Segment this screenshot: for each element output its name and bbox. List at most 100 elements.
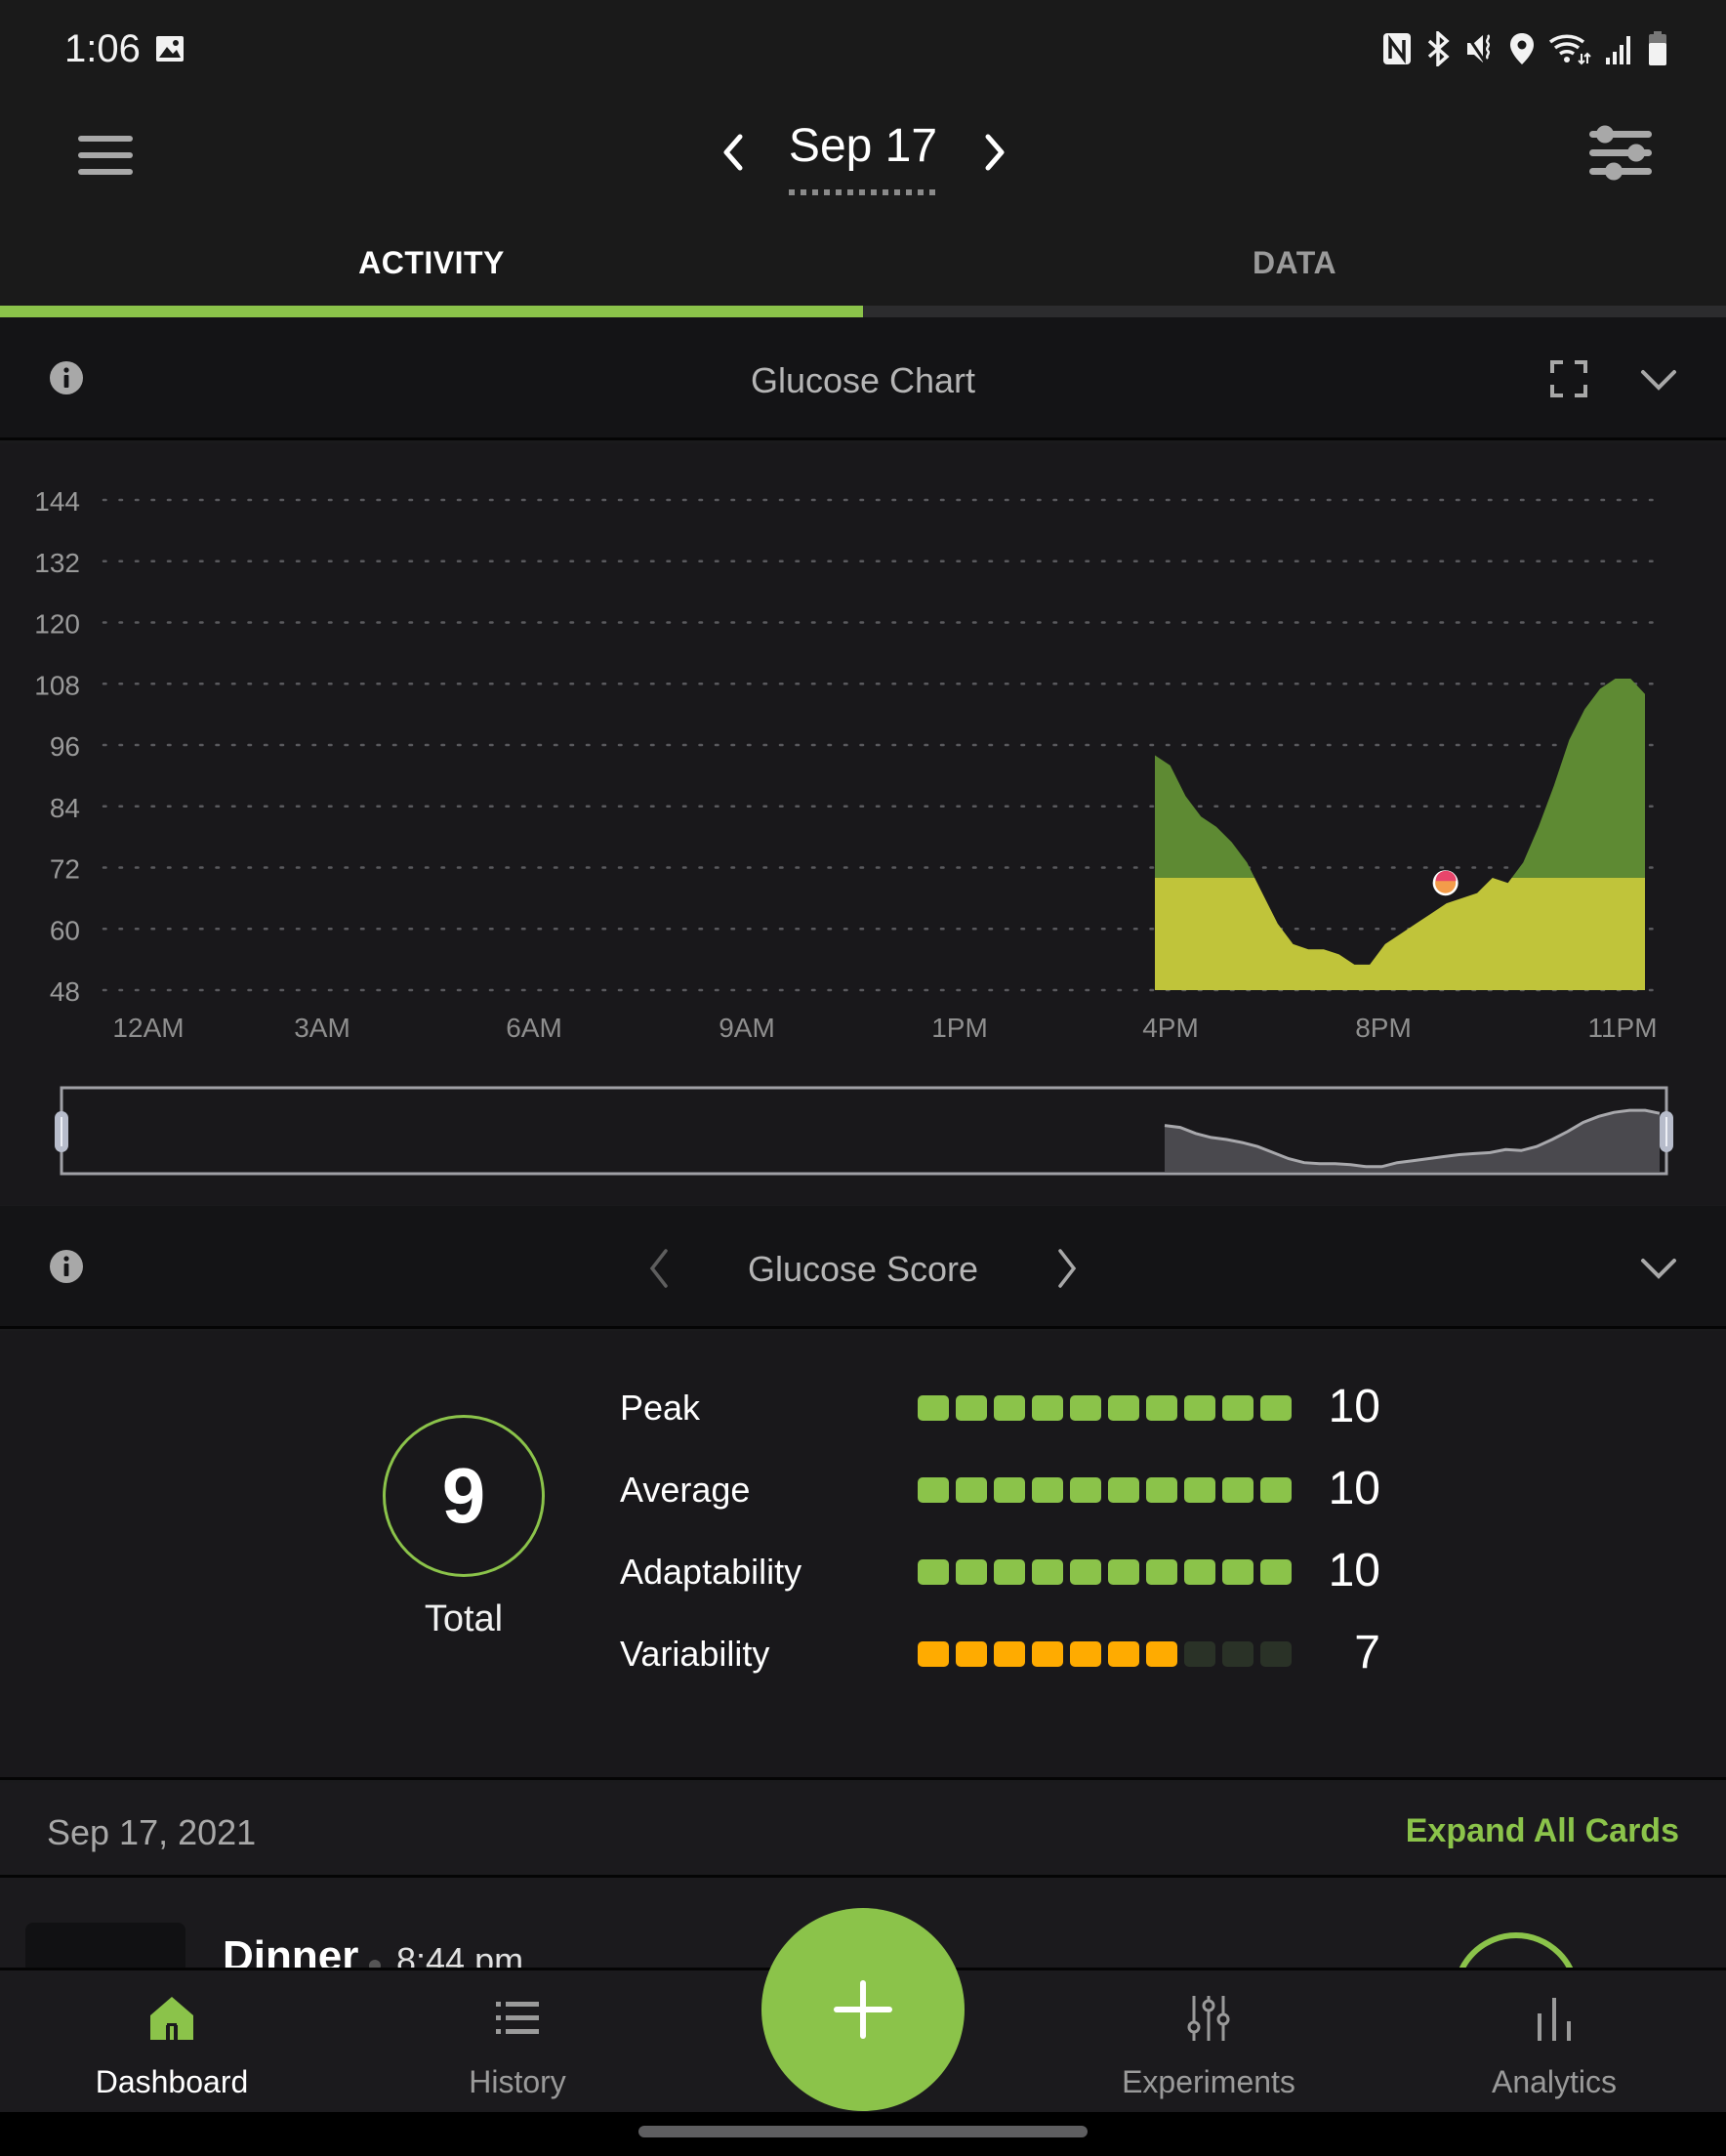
home-gesture-handle[interactable] bbox=[638, 2126, 1088, 2137]
score-value: 10 bbox=[1328, 1545, 1380, 1596]
score-segment-filled bbox=[1070, 1641, 1101, 1667]
score-value: 10 bbox=[1328, 1381, 1380, 1432]
separator-dot bbox=[369, 1960, 381, 1968]
y-tick-label: 132 bbox=[34, 548, 80, 578]
score-segment-filled bbox=[918, 1477, 949, 1503]
score-segment-filled bbox=[1070, 1477, 1101, 1503]
bar-chart-icon bbox=[1538, 1998, 1571, 2041]
score-segment-empty bbox=[1184, 1641, 1215, 1667]
x-tick-label: 6AM bbox=[506, 1013, 562, 1043]
x-tick-label: 11PM bbox=[1587, 1013, 1657, 1043]
score-segment-filled bbox=[994, 1477, 1025, 1503]
entries-date: Sep 17, 2021 bbox=[47, 1812, 257, 1852]
score-segment-filled bbox=[956, 1395, 987, 1421]
navigator-right-handle[interactable] bbox=[1660, 1111, 1673, 1152]
x-tick-label: 12AM bbox=[112, 1013, 184, 1043]
glucose-area-in-range bbox=[1155, 877, 1645, 990]
x-tick-label: 1PM bbox=[931, 1013, 988, 1043]
score-segment-filled bbox=[1070, 1559, 1101, 1585]
y-tick-label: 72 bbox=[50, 854, 80, 885]
y-tick-label: 96 bbox=[50, 731, 80, 762]
bluetooth-icon bbox=[1427, 31, 1450, 66]
score-segment-filled bbox=[1032, 1559, 1063, 1585]
score-segment-filled bbox=[918, 1641, 949, 1667]
y-tick-label: 48 bbox=[50, 976, 80, 1007]
app-header: Sep 17 bbox=[0, 98, 1726, 220]
score-segment-filled bbox=[1222, 1395, 1253, 1421]
score-segment-filled bbox=[918, 1395, 949, 1421]
score-segment-filled bbox=[1032, 1477, 1063, 1503]
score-bar bbox=[918, 1395, 1292, 1421]
score-segment-filled bbox=[1260, 1559, 1292, 1585]
tab-bar: ACTIVITY DATA bbox=[0, 220, 1726, 317]
score-segment-empty bbox=[1222, 1641, 1253, 1667]
score-segment-filled bbox=[1032, 1641, 1063, 1667]
score-bar bbox=[918, 1559, 1292, 1585]
score-segment-filled bbox=[1146, 1559, 1177, 1585]
score-segment-filled bbox=[1146, 1641, 1177, 1667]
score-segment-filled bbox=[918, 1559, 949, 1585]
home-icon bbox=[150, 1997, 193, 2040]
nav-label: Experiments bbox=[1122, 2064, 1295, 2099]
collapse-chevron-icon[interactable] bbox=[1640, 1257, 1677, 1280]
score-row-variability: Variability 7 bbox=[0, 1626, 1726, 1684]
score-segment-filled bbox=[994, 1641, 1025, 1667]
expand-all-cards-button[interactable]: Expand All Cards bbox=[1406, 1812, 1679, 1850]
score-row-adaptability: Adaptability 10 bbox=[0, 1544, 1726, 1602]
nav-label: Analytics bbox=[1491, 2064, 1618, 2099]
score-label: Average bbox=[620, 1470, 751, 1510]
navigator-left-handle[interactable] bbox=[55, 1111, 68, 1152]
nav-history[interactable]: History bbox=[371, 1970, 664, 2115]
tab-activity[interactable]: ACTIVITY bbox=[0, 220, 863, 306]
previous-day-chevron-icon[interactable] bbox=[713, 127, 756, 178]
score-bar bbox=[918, 1477, 1292, 1503]
score-bar bbox=[918, 1641, 1292, 1667]
y-tick-label: 144 bbox=[34, 486, 80, 517]
add-entry-fab[interactable] bbox=[761, 1908, 965, 2111]
score-segment-filled bbox=[1070, 1395, 1101, 1421]
score-segment-filled bbox=[1032, 1395, 1063, 1421]
tab-data[interactable]: DATA bbox=[863, 220, 1726, 306]
entry-thumbnail bbox=[25, 1923, 185, 1968]
score-label: Variability bbox=[620, 1634, 770, 1674]
system-gesture-area bbox=[0, 2112, 1726, 2156]
nav-label: Dashboard bbox=[95, 2064, 249, 2099]
glucose-chart-title: Glucose Chart bbox=[750, 360, 976, 400]
score-segment-filled bbox=[1260, 1395, 1292, 1421]
y-tick-label: 60 bbox=[50, 915, 80, 945]
battery-icon bbox=[1649, 31, 1666, 65]
hamburger-menu-icon[interactable] bbox=[78, 134, 133, 177]
score-label: Adaptability bbox=[620, 1552, 802, 1592]
collapse-chevron-icon[interactable] bbox=[1640, 368, 1677, 392]
nav-dashboard[interactable]: Dashboard bbox=[25, 1970, 318, 2115]
nav-analytics[interactable]: Analytics bbox=[1408, 1970, 1701, 2115]
y-tick-label: 120 bbox=[34, 609, 80, 640]
vibrate-icon bbox=[1464, 33, 1491, 64]
x-tick-label: 3AM bbox=[294, 1013, 350, 1043]
sliders-icon[interactable] bbox=[1587, 121, 1654, 184]
y-tick-label: 108 bbox=[34, 670, 80, 700]
glucose-chart[interactable]: 144 132 120 108 96 84 72 60 48 12AM 3AM 6AM 9AM 1PM 4… bbox=[0, 443, 1726, 1205]
score-segment-filled bbox=[994, 1559, 1025, 1585]
nav-experiments[interactable]: Experiments bbox=[1062, 1970, 1355, 2115]
glucose-chart-card-header: Glucose Chart bbox=[0, 317, 1726, 440]
glucose-score-card-header: Glucose Score bbox=[0, 1206, 1726, 1329]
wifi-icon bbox=[1548, 34, 1591, 65]
x-tick-label: 4PM bbox=[1142, 1013, 1199, 1043]
score-segment-filled bbox=[1146, 1395, 1177, 1421]
score-segment-filled bbox=[1222, 1477, 1253, 1503]
date-picker[interactable]: Sep 17 bbox=[771, 119, 955, 173]
next-card-chevron-icon[interactable] bbox=[1054, 1247, 1080, 1290]
entry-title: Dinner bbox=[223, 1932, 359, 1968]
score-value: 10 bbox=[1328, 1463, 1380, 1514]
next-day-chevron-icon[interactable] bbox=[972, 127, 1015, 178]
plus-icon bbox=[834, 1980, 892, 2039]
date-dotted-underline bbox=[789, 189, 937, 195]
score-segment-filled bbox=[1108, 1559, 1139, 1585]
glucose-area-above-target bbox=[1155, 679, 1645, 878]
gallery-icon bbox=[156, 36, 184, 62]
fullscreen-icon[interactable] bbox=[1550, 360, 1587, 397]
status-bar: 1:06 bbox=[0, 0, 1726, 98]
status-time: 1:06 bbox=[64, 27, 141, 70]
score-segment-filled bbox=[1108, 1477, 1139, 1503]
